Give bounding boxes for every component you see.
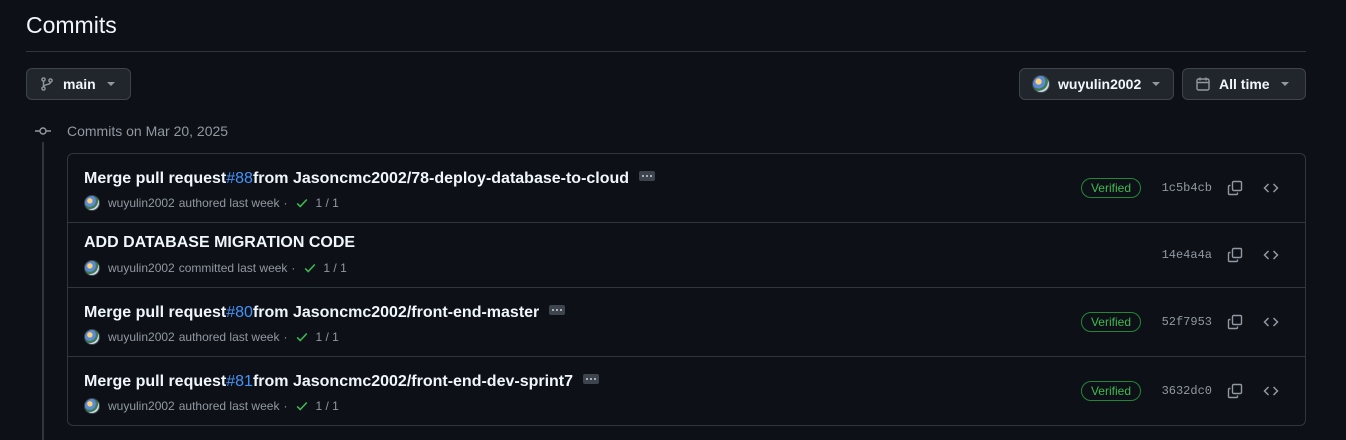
- commit-row: Merge pull request #88 from Jasoncmc2002…: [68, 154, 1305, 223]
- copy-icon[interactable]: [1227, 383, 1243, 399]
- time-filter-button[interactable]: All time: [1182, 68, 1306, 100]
- commit-message[interactable]: Merge pull request #88 from Jasoncmc2002…: [84, 170, 656, 188]
- copy-icon[interactable]: [1227, 180, 1243, 196]
- git-branch-icon: [39, 76, 55, 92]
- commit-sha[interactable]: 1c5b4cb: [1162, 181, 1212, 195]
- commit-author[interactable]: wuyulin2002: [108, 330, 175, 344]
- caret-down-icon: [1151, 81, 1161, 87]
- commit-row: Merge pull request #81 from Jasoncmc2002…: [68, 357, 1305, 425]
- browse-code-icon[interactable]: [1263, 180, 1279, 196]
- commit-message-suffix: from Jasoncmc2002/front-end-master: [252, 304, 540, 321]
- commit-author[interactable]: wuyulin2002: [108, 261, 175, 275]
- commit-message-prefix: Merge pull request: [84, 304, 227, 321]
- caret-down-icon: [1280, 81, 1290, 87]
- commit-group-date: Commits on Mar 20, 2025: [67, 123, 229, 139]
- commit-message[interactable]: Merge pull request #81 from Jasoncmc2002…: [84, 373, 600, 391]
- meta-separator: ·: [291, 261, 296, 275]
- commit-meta: wuyulin2002 committed last week · 1 / 1: [84, 260, 347, 276]
- commit-row: ADD DATABASE MIGRATION CODE wuyulin2002 …: [68, 223, 1305, 288]
- browse-code-icon[interactable]: [1263, 314, 1279, 330]
- avatar[interactable]: [84, 398, 100, 414]
- commit-sha[interactable]: 14e4a4a: [1162, 248, 1212, 262]
- expand-description-button[interactable]: [549, 305, 566, 315]
- check-icon[interactable]: [295, 399, 309, 413]
- expand-description-button[interactable]: [583, 374, 600, 384]
- commit-sha[interactable]: 52f7953: [1162, 315, 1212, 329]
- commit-message[interactable]: Merge pull request #80 from Jasoncmc2002…: [84, 304, 566, 322]
- calendar-icon: [1195, 76, 1211, 92]
- commit-list: Merge pull request #88 from Jasoncmc2002…: [67, 153, 1306, 426]
- verified-badge[interactable]: Verified: [1080, 381, 1141, 401]
- commit-author[interactable]: wuyulin2002: [108, 196, 175, 210]
- time-filter-label: All time: [1219, 76, 1270, 92]
- avatar[interactable]: [84, 260, 100, 276]
- pull-request-link[interactable]: #81: [226, 373, 253, 391]
- commit-message[interactable]: ADD DATABASE MIGRATION CODE: [84, 234, 355, 252]
- browse-code-icon[interactable]: [1263, 383, 1279, 399]
- commit-action: committed last week: [178, 261, 288, 275]
- checks-count[interactable]: 1 / 1: [315, 399, 338, 413]
- check-icon[interactable]: [295, 196, 309, 210]
- checks-count[interactable]: 1 / 1: [315, 196, 338, 210]
- meta-separator: ·: [283, 399, 288, 413]
- browse-code-icon[interactable]: [1263, 247, 1279, 263]
- commits-page: Commits main wuyulin2002 All time Commit…: [0, 0, 1346, 440]
- commit-message-suffix: from Jasoncmc2002/front-end-dev-sprint7: [252, 373, 574, 390]
- checks-count[interactable]: 1 / 1: [323, 261, 346, 275]
- commit-message-text: ADD DATABASE MIGRATION CODE: [84, 234, 356, 251]
- commit-action: authored last week: [178, 196, 280, 210]
- commit-action: authored last week: [178, 399, 280, 413]
- verified-badge[interactable]: Verified: [1080, 312, 1141, 332]
- check-icon[interactable]: [303, 261, 317, 275]
- copy-icon[interactable]: [1227, 314, 1243, 330]
- commit-meta: wuyulin2002 authored last week · 1 / 1: [84, 329, 339, 345]
- copy-icon[interactable]: [1227, 247, 1243, 263]
- commit-row: Merge pull request #80 from Jasoncmc2002…: [68, 288, 1305, 357]
- check-icon[interactable]: [295, 330, 309, 344]
- caret-down-icon: [106, 81, 116, 87]
- page-title: Commits: [26, 12, 117, 38]
- commit-action: authored last week: [178, 330, 280, 344]
- commit-message-suffix: from Jasoncmc2002/78-deploy-database-to-…: [252, 170, 630, 187]
- checks-count[interactable]: 1 / 1: [315, 330, 338, 344]
- meta-separator: ·: [283, 196, 288, 210]
- commit-message-prefix: Merge pull request: [84, 373, 227, 390]
- git-commit-icon: [34, 123, 52, 139]
- author-filter-label: wuyulin2002: [1058, 76, 1142, 92]
- meta-separator: ·: [283, 330, 288, 344]
- avatar: [1032, 75, 1050, 93]
- pull-request-link[interactable]: #88: [226, 170, 253, 188]
- branch-selector-button[interactable]: main: [26, 68, 131, 100]
- commit-author[interactable]: wuyulin2002: [108, 399, 175, 413]
- verified-badge[interactable]: Verified: [1080, 178, 1141, 198]
- avatar[interactable]: [84, 195, 100, 211]
- title-divider: [26, 51, 1306, 52]
- author-filter-button[interactable]: wuyulin2002: [1019, 68, 1174, 100]
- commit-sha[interactable]: 3632dc0: [1162, 384, 1212, 398]
- pull-request-link[interactable]: #80: [226, 304, 253, 322]
- branch-label: main: [63, 76, 96, 92]
- timeline-line: [42, 142, 44, 440]
- expand-description-button[interactable]: [639, 171, 656, 181]
- commit-meta: wuyulin2002 authored last week · 1 / 1: [84, 398, 339, 414]
- commit-meta: wuyulin2002 authored last week · 1 / 1: [84, 195, 339, 211]
- avatar[interactable]: [84, 329, 100, 345]
- commit-message-prefix: Merge pull request: [84, 170, 227, 187]
